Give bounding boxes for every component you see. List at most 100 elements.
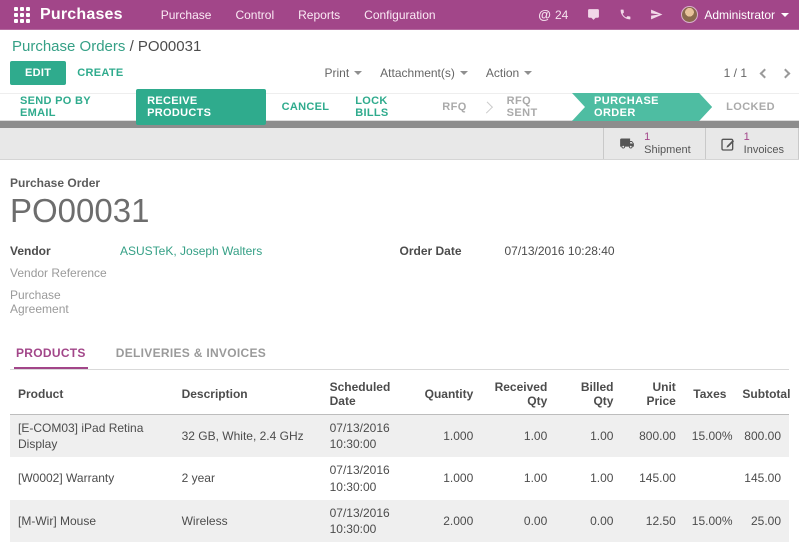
record-type-label: Purchase Order	[10, 176, 789, 190]
col-billed-qty: Billed Qty	[555, 372, 621, 415]
cell-taxes: 15.00%	[684, 414, 735, 457]
attachments-label: Attachment(s)	[380, 66, 455, 80]
col-unit-price: Unit Price	[621, 372, 683, 415]
order-date-value: 07/13/2016 10:28:40	[505, 244, 615, 260]
chevron-right-icon	[481, 101, 493, 113]
chevron-down-icon	[781, 13, 789, 17]
send-po-by-email-button[interactable]: SEND PO BY EMAIL	[10, 90, 130, 124]
vendor-reference-label: Vendor Reference	[10, 266, 120, 282]
cell-received-qty: 1.00	[481, 457, 555, 499]
table-header-row: Product Description Scheduled Date Quant…	[10, 372, 789, 415]
invoices-stat-button[interactable]: 1 Invoices	[705, 128, 799, 159]
cell-billed-qty: 1.00	[555, 457, 621, 499]
status-locked[interactable]: LOCKED	[712, 93, 789, 121]
cell-description: 2 year	[174, 457, 322, 499]
cell-product: [W0002] Warranty	[10, 457, 174, 499]
status-pipeline: RFQ RFQ SENT PURCHASE ORDER LOCKED	[428, 93, 789, 121]
statusbar: SEND PO BY EMAIL RECEIVE PRODUCTS CANCEL…	[0, 93, 799, 121]
cell-unit-price: 145.00	[621, 457, 683, 499]
systray: @ 24 Administrator	[538, 6, 789, 23]
breadcrumb-separator: /	[130, 38, 134, 55]
pager-value: 1 / 1	[724, 66, 747, 80]
user-menu[interactable]: Administrator	[681, 6, 789, 23]
shipment-count: 1	[644, 131, 690, 144]
table-row[interactable]: [M-Wir] Mouse Wireless 07/13/2016 10:30:…	[10, 500, 789, 542]
col-received-qty: Received Qty	[481, 372, 555, 415]
pager-previous-icon[interactable]	[760, 68, 770, 78]
tab-deliveries-invoices[interactable]: DELIVERIES & INVOICES	[114, 340, 268, 369]
cancel-button[interactable]: CANCEL	[272, 96, 340, 118]
breadcrumb-parent[interactable]: Purchase Orders	[12, 38, 125, 55]
activities-count: 24	[555, 8, 568, 22]
print-label: Print	[324, 66, 349, 80]
action-dropdown[interactable]: Action	[486, 66, 532, 80]
status-purchase-order[interactable]: PURCHASE ORDER	[572, 93, 712, 121]
notebook-tabs: PRODUCTS DELIVERIES & INVOICES	[10, 340, 789, 370]
pager-next-icon[interactable]	[781, 68, 791, 78]
chevron-down-icon	[354, 71, 362, 75]
table-row[interactable]: [W0002] Warranty 2 year 07/13/2016 10:30…	[10, 457, 789, 499]
stat-button-box: 1 Shipment 1 Invoices	[0, 128, 799, 160]
menu-control[interactable]: Control	[225, 0, 284, 30]
print-dropdown[interactable]: Print	[324, 66, 362, 80]
cell-subtotal: 145.00	[734, 457, 789, 499]
cell-subtotal: 25.00	[734, 500, 789, 542]
messages-button[interactable]	[586, 8, 601, 21]
edit-button[interactable]: EDIT	[10, 61, 66, 85]
form-sheet: Purchase Order PO00031 Vendor ASUSTeK, J…	[0, 160, 799, 544]
cell-taxes: 15.00%	[684, 500, 735, 542]
top-navbar: Purchases Purchase Control Reports Confi…	[0, 0, 799, 30]
activities-button[interactable]: @ 24	[538, 7, 568, 22]
apps-menu-icon[interactable]	[14, 7, 30, 23]
vendor-value[interactable]: ASUSTeK, Joseph Walters	[120, 244, 262, 260]
status-rfq-sent[interactable]: RFQ SENT	[493, 93, 572, 121]
at-icon: @	[538, 7, 551, 22]
cell-unit-price: 800.00	[621, 414, 683, 457]
shipment-stat-button[interactable]: 1 Shipment	[603, 128, 704, 159]
action-label: Action	[486, 66, 519, 80]
cell-quantity: 1.000	[415, 457, 481, 499]
menu-configuration[interactable]: Configuration	[354, 0, 445, 30]
cell-taxes	[684, 457, 735, 499]
receive-products-button[interactable]: RECEIVE PRODUCTS	[136, 89, 266, 125]
chat-bubble-icon	[586, 8, 601, 21]
chevron-down-icon	[460, 71, 468, 75]
attachments-dropdown[interactable]: Attachment(s)	[380, 66, 468, 80]
send-plane-button[interactable]	[650, 8, 663, 21]
shipment-label: Shipment	[644, 144, 690, 157]
edit-square-icon	[720, 136, 736, 152]
create-button[interactable]: CREATE	[66, 61, 134, 85]
col-product: Product	[10, 372, 174, 415]
lock-bills-button[interactable]: LOCK BILLS	[345, 90, 428, 124]
menu-reports[interactable]: Reports	[288, 0, 350, 30]
chevron-down-icon	[524, 71, 532, 75]
truck-icon	[618, 136, 636, 151]
main-menu: Purchase Control Reports Configuration	[151, 0, 446, 30]
cell-description: Wireless	[174, 500, 322, 542]
cell-description: 32 GB, White, 2.4 GHz	[174, 414, 322, 457]
col-subtotal: Subtotal	[734, 372, 789, 415]
cell-billed-qty: 0.00	[555, 500, 621, 542]
pager: 1 / 1	[724, 66, 789, 80]
cell-scheduled-date: 07/13/2016 10:30:00	[322, 500, 415, 542]
breadcrumb-current: PO00031	[138, 38, 201, 55]
invoices-label: Invoices	[744, 144, 784, 157]
status-rfq[interactable]: RFQ	[428, 93, 480, 121]
col-scheduled-date: Scheduled Date	[322, 372, 415, 415]
phone-icon	[619, 8, 632, 21]
control-panel: Purchase Orders / PO00031 EDIT CREATE Pr…	[0, 30, 799, 93]
cell-billed-qty: 1.00	[555, 414, 621, 457]
menu-purchase[interactable]: Purchase	[151, 0, 222, 30]
col-taxes: Taxes	[684, 372, 735, 415]
phone-button[interactable]	[619, 8, 632, 21]
tab-products[interactable]: PRODUCTS	[14, 340, 88, 369]
table-row[interactable]: [E-COM03] iPad Retina Display 32 GB, Whi…	[10, 414, 789, 457]
page-title: PO00031	[10, 192, 789, 230]
field-group: Vendor ASUSTeK, Joseph Walters Vendor Re…	[10, 244, 789, 322]
cell-quantity: 1.000	[415, 414, 481, 457]
order-lines-table: Product Description Scheduled Date Quant…	[10, 372, 789, 544]
app-name[interactable]: Purchases	[40, 6, 123, 24]
invoices-count: 1	[744, 131, 784, 144]
col-description: Description	[174, 372, 322, 415]
avatar	[681, 6, 698, 23]
